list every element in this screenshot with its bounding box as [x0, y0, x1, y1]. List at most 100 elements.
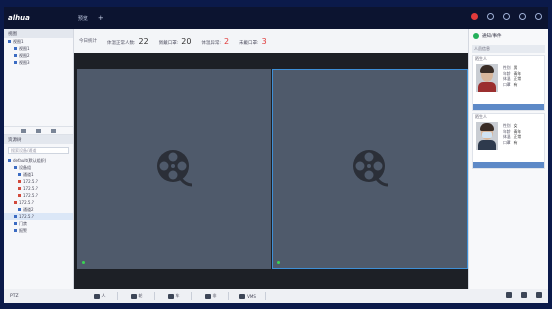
attr-value: 正常 — [513, 76, 522, 81]
tree-item[interactable]: 视图2 — [4, 52, 73, 59]
stats-bar: 今日统计 体温正常人数: 22 佩戴口罩: 20 体温异常: 2 未戴口罩: 3 — [74, 29, 468, 53]
stat-value: 2 — [223, 36, 230, 46]
view-section-header[interactable]: 视图 — [4, 29, 73, 38]
tree-item-label: 通道2 — [23, 206, 34, 212]
tree-item[interactable]: 172.5.? — [4, 192, 73, 199]
grid-icon[interactable] — [21, 128, 26, 133]
button-label: 人 — [101, 293, 106, 298]
folder-icon — [18, 187, 21, 190]
button-label: 非 — [212, 293, 217, 298]
folder-icon — [14, 166, 17, 169]
tree-item[interactable]: 设备组 — [4, 164, 73, 171]
tree-item[interactable]: 门禁 — [4, 220, 73, 227]
resource-section-header[interactable]: 资源树 — [4, 135, 73, 144]
stat-label: 今日统计 — [79, 39, 97, 44]
event-card[interactable]: 陌生人 性别男 年龄 青年 体温 正常 口罩有 — [472, 55, 545, 111]
resource-section-title: 资源树 — [8, 137, 22, 143]
tree-item[interactable]: 172.5.? — [4, 178, 73, 185]
top-right-icons — [471, 13, 542, 20]
video-pane-2[interactable] — [272, 69, 468, 269]
video-area — [74, 53, 468, 289]
attr-key: 口罩 — [503, 139, 511, 145]
ptz-toggle[interactable]: PTZ — [4, 289, 74, 303]
sound-icon[interactable] — [487, 13, 494, 20]
button-label: 车 — [175, 293, 180, 298]
tree-item[interactable]: 172.5.? — [4, 199, 73, 206]
top-bar: alhua 预览 + — [4, 7, 548, 29]
tree-item[interactable]: 报警 — [4, 227, 73, 234]
attr-key: 年龄 — [503, 70, 511, 76]
tab-preview[interactable]: 预览 — [78, 15, 88, 22]
device-tree: default(默认组织) 设备组 通道1 172.5.? 172.5.? 172.5.?… — [4, 157, 73, 234]
vms-button[interactable]: VMS — [230, 292, 266, 300]
snapshot-hair — [480, 65, 494, 73]
refresh-icon[interactable] — [51, 128, 56, 133]
settings-icon[interactable] — [503, 13, 510, 20]
notification-header: 通知/事件 — [469, 29, 548, 43]
tree-item-label: 门禁 — [19, 220, 27, 226]
user-icon[interactable] — [519, 13, 526, 20]
list-icon[interactable] — [36, 128, 41, 133]
attr-value: 有 — [513, 139, 518, 145]
add-tab-button[interactable]: + — [98, 14, 104, 22]
tree-item[interactable]: default(默认组织) — [4, 157, 73, 164]
folder-icon — [14, 54, 17, 57]
attr-key: 年龄 — [503, 128, 511, 134]
attr-row: 口罩有 — [503, 82, 521, 88]
tree-item-label: 视图2 — [19, 52, 30, 58]
view-tree: 视图1 视图1 视图2 视图3 — [4, 38, 73, 66]
tree-item[interactable]: 通道1 — [4, 171, 73, 178]
tree-item[interactable]: 视图1 — [4, 38, 73, 45]
tree-item-label: 172.5.? — [19, 214, 34, 219]
group-filter-button[interactable]: 轮 — [119, 292, 155, 300]
person-attributes: 性别女 年龄 青年 体温 正常 口罩有 — [503, 123, 521, 145]
film-reel-icon — [353, 150, 388, 187]
person-attributes: 性别男 年龄 青年 体温 正常 口罩有 — [503, 65, 521, 87]
attr-key: 体温 — [503, 134, 511, 139]
tree-item-label: 172.5.? — [19, 200, 34, 205]
stat-label: 体温正常人数: — [107, 40, 136, 46]
left-panel: 视图 视图1 视图1 视图2 视图3 资源树 搜索设备/通道 default(默认组织… — [4, 29, 74, 289]
stat-label: 体温异常: — [201, 40, 221, 46]
attr-key: 体温 — [503, 76, 511, 81]
camera-icon[interactable] — [506, 292, 512, 298]
tree-item[interactable]: 视图3 — [4, 59, 73, 66]
tree-item[interactable]: 172.5.? — [4, 185, 73, 192]
device-search-input[interactable]: 搜索设备/通道 — [8, 147, 69, 154]
attr-value: 正常 — [513, 134, 522, 139]
fullscreen-icon[interactable] — [536, 292, 542, 298]
layout-icon[interactable] — [521, 292, 527, 298]
person-filter-button[interactable]: 人 — [82, 292, 118, 300]
ptz-label: PTZ — [10, 293, 19, 299]
tree-item-label: 视图1 — [19, 45, 30, 51]
right-panel: 通知/事件 人员信息 陌生人 性别男 年龄 青年 体温 正常 口罩有 陌生人 性… — [468, 29, 548, 289]
snapshot-mask — [482, 132, 492, 138]
menu-icon[interactable] — [535, 13, 542, 20]
view-section-title: 视图 — [8, 31, 17, 37]
attr-key: 口罩 — [503, 81, 511, 87]
tree-item[interactable]: 视图1 — [4, 45, 73, 52]
video-pane-1[interactable] — [77, 69, 271, 269]
check-icon — [473, 33, 479, 39]
tree-item-label: 172.5.? — [23, 193, 38, 198]
alarm-icon[interactable] — [471, 13, 478, 20]
attr-value: 女 — [513, 123, 518, 128]
attr-value: 男 — [513, 65, 518, 70]
app-logo: alhua — [8, 14, 30, 22]
stat-no-mask: 未戴口罩: 3 — [239, 37, 267, 46]
stat-value: 3 — [261, 36, 267, 46]
tree-item-label: 172.5.? — [23, 186, 38, 191]
tree-item[interactable]: 通道2 — [4, 206, 73, 213]
card-title: 陌生人 — [475, 114, 487, 119]
film-reel-icon — [157, 150, 192, 187]
bottom-toolbar: 人 轮 车 非 VMS — [74, 289, 548, 303]
attr-value: 有 — [513, 81, 518, 87]
stat-value: 20 — [181, 36, 192, 46]
car-filter-button[interactable]: 车 — [156, 292, 192, 300]
bike-filter-button[interactable]: 非 — [193, 292, 229, 300]
left-toolbar — [4, 126, 73, 135]
folder-icon — [18, 208, 21, 211]
event-card[interactable]: 陌生人 性别女 年龄 青年 体温 正常 口罩有 — [472, 113, 545, 169]
tree-item[interactable]: 172.5.? — [4, 213, 73, 220]
